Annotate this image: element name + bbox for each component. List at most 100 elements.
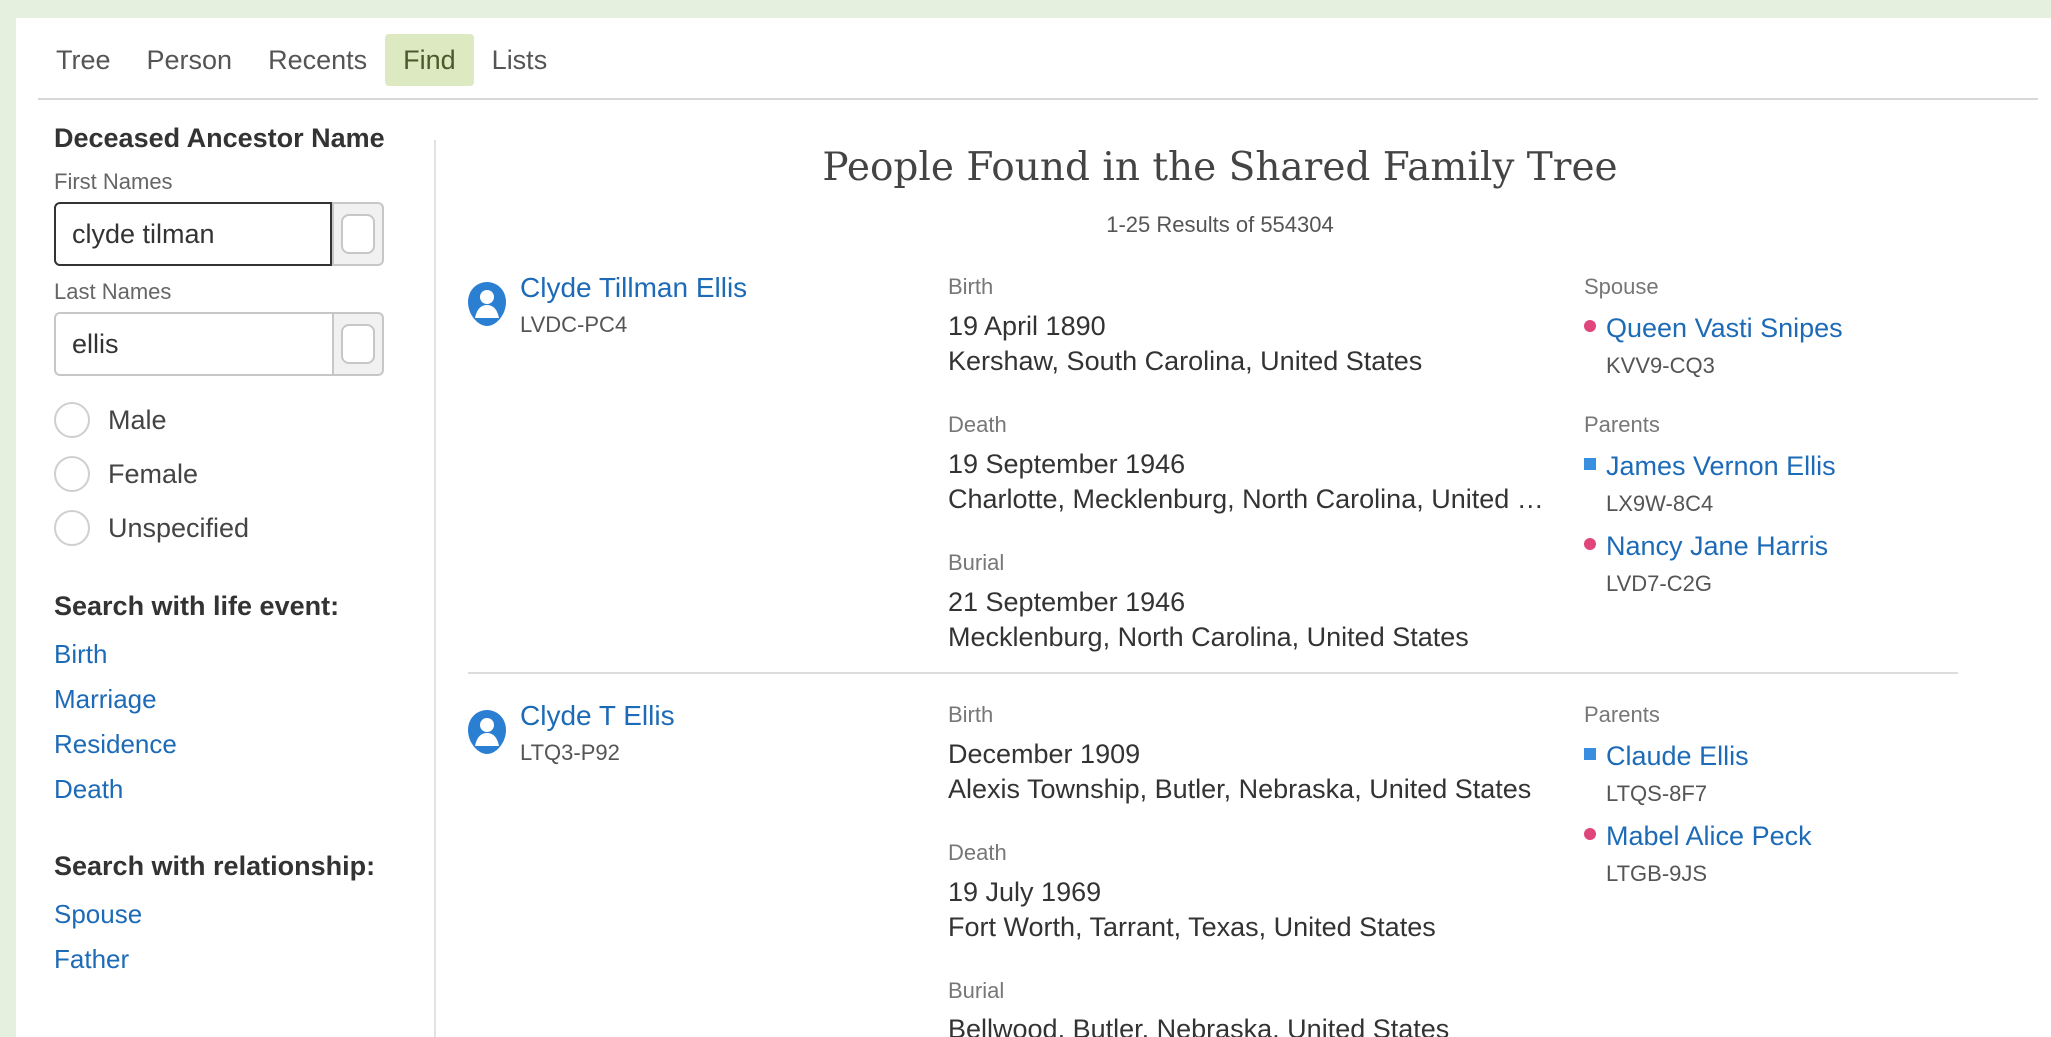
female-dot-icon [1584,320,1596,332]
event-date: 21 September 1946 [948,587,1186,617]
parent-entry: Mabel Alice Peck LTGB-9JS [1584,818,1944,890]
gender-male-label: Male [108,404,167,435]
parents-section: Parents James Vernon Ellis LX9W-8C4 Nanc… [1584,410,1944,600]
gender-group: Male Female Unspecified [54,394,414,554]
person-id: LVDC-PC4 [520,312,628,337]
gender-female-label: Female [108,458,199,489]
results-count: 1-25 Results of 554304 [1106,212,1334,237]
relationship-spouse-link[interactable]: Spouse [54,892,414,937]
parent-name-link[interactable]: James Vernon Ellis [1606,451,1836,481]
parent-id: LTGB-9JS [1606,861,1708,886]
result-row: Clyde T Ellis LTQ3-P92 Birth December 19… [468,700,1958,1037]
burial-event: Burial Bellwood, Butler, Nebraska, Unite… [948,976,1548,1037]
event-label: Birth [948,702,994,727]
nav-lists[interactable]: Lists [474,34,566,86]
life-event-birth-link[interactable]: Birth [54,632,414,677]
search-title: Deceased Ancestor Name [54,123,385,153]
radio-icon[interactable] [54,456,90,492]
event-label: Burial [948,978,1005,1003]
nav-recents[interactable]: Recents [250,34,385,86]
radio-icon[interactable] [54,402,90,438]
event-date: 19 April 1890 [948,311,1106,341]
parent-name-link[interactable]: Claude Ellis [1606,741,1749,771]
event-label: Death [948,412,1007,437]
last-names-exact-toggle[interactable] [332,312,384,376]
nav-find[interactable]: Find [385,34,474,86]
first-names-exact-toggle[interactable] [332,202,384,266]
female-dot-icon [1584,828,1596,840]
male-square-icon [1584,458,1596,470]
relationship-title: Search with relationship: [54,851,376,881]
spouse-name-link[interactable]: Queen Vasti Snipes [1606,313,1843,343]
gender-female-option[interactable]: Female [54,448,414,500]
checkbox-icon [341,324,376,364]
parent-entry: Nancy Jane Harris LVD7-C2G [1584,528,1944,600]
parent-id: LX9W-8C4 [1606,491,1714,516]
life-event-death-link[interactable]: Death [54,767,414,812]
event-date: 19 July 1969 [948,877,1102,907]
event-label: Burial [948,550,1005,575]
life-event-links: Birth Marriage Residence Death [54,632,414,812]
last-names-label: Last Names [54,279,172,304]
results-heading: People Found in the Shared Family Tree [822,145,1618,190]
first-names-field: clyde tilman [54,202,384,266]
person-id: LTQ3-P92 [520,740,620,765]
spouse-section: Spouse Queen Vasti Snipes KVV9-CQ3 [1584,272,1944,382]
checkbox-icon [341,214,376,254]
life-event-residence-link[interactable]: Residence [54,722,414,767]
parent-entry: James Vernon Ellis LX9W-8C4 [1584,448,1944,520]
life-event-marriage-link[interactable]: Marriage [54,677,414,722]
spouse-label: Spouse [1584,274,1659,299]
gender-unspecified-label: Unspecified [108,512,250,543]
last-names-input[interactable]: ellis [54,312,333,376]
birth-event: Birth December 1909 Alexis Township, But… [948,700,1548,806]
top-nav: Tree Person Recents Find Lists [38,34,565,86]
result-row: Clyde Tillman Ellis LVDC-PC4 Birth 19 Ap… [468,272,1958,672]
female-dot-icon [1584,538,1596,550]
spouse-entry: Queen Vasti Snipes KVV9-CQ3 [1584,310,1944,382]
event-label: Death [948,840,1007,865]
nav-person[interactable]: Person [129,34,251,86]
gender-unspecified-option[interactable]: Unspecified [54,502,414,554]
nav-divider [38,98,2038,100]
event-label: Birth [948,274,994,299]
relationship-links: Spouse Father [54,892,414,982]
event-place: Alexis Township, Butler, Nebraska, Unite… [948,774,1532,804]
birth-event: Birth 19 April 1890 Kershaw, South Carol… [948,272,1548,378]
first-names-label: First Names [54,169,173,194]
event-place: Fort Worth, Tarrant, Texas, United State… [948,912,1436,942]
event-place: Mecklenburg, North Carolina, United Stat… [948,622,1469,652]
death-event: Death 19 September 1946 Charlotte, Meckl… [948,410,1548,516]
first-names-input[interactable]: clyde tilman [54,202,333,266]
burial-event: Burial 21 September 1946 Mecklenburg, No… [948,548,1548,654]
person-avatar-icon [468,282,506,326]
parents-label: Parents [1584,412,1660,437]
result-divider [468,672,1958,674]
parent-entry: Claude Ellis LTQS-8F7 [1584,738,1944,810]
last-names-field: ellis [54,312,384,376]
parent-name-link[interactable]: Nancy Jane Harris [1606,531,1828,561]
parent-id: LVD7-C2G [1606,571,1712,596]
life-event-title: Search with life event: [54,591,340,621]
sidebar-divider [434,140,436,1037]
event-date: 19 September 1946 [948,449,1186,479]
event-place: Bellwood, Butler, Nebraska, United State… [948,1014,1450,1037]
person-name-link[interactable]: Clyde T Ellis [520,700,675,732]
parents-label: Parents [1584,702,1660,727]
death-event: Death 19 July 1969 Fort Worth, Tarrant, … [948,838,1548,944]
search-sidebar: Deceased Ancestor Name First Names clyde… [54,120,414,982]
person-name-link[interactable]: Clyde Tillman Ellis [520,272,747,304]
event-place: Charlotte, Mecklenburg, North Carolina, … [948,484,1548,514]
nav-tree[interactable]: Tree [38,34,129,86]
parents-section: Parents Claude Ellis LTQS-8F7 Mabel Alic… [1584,700,1944,890]
gender-male-option[interactable]: Male [54,394,414,446]
event-date: December 1909 [948,739,1141,769]
spouse-id: KVV9-CQ3 [1606,353,1715,378]
relationship-father-link[interactable]: Father [54,937,414,982]
parent-name-link[interactable]: Mabel Alice Peck [1606,821,1812,851]
radio-icon[interactable] [54,510,90,546]
event-place: Kershaw, South Carolina, United States [948,346,1423,376]
parent-id: LTQS-8F7 [1606,781,1708,806]
male-square-icon [1584,748,1596,760]
person-avatar-icon [468,710,506,754]
